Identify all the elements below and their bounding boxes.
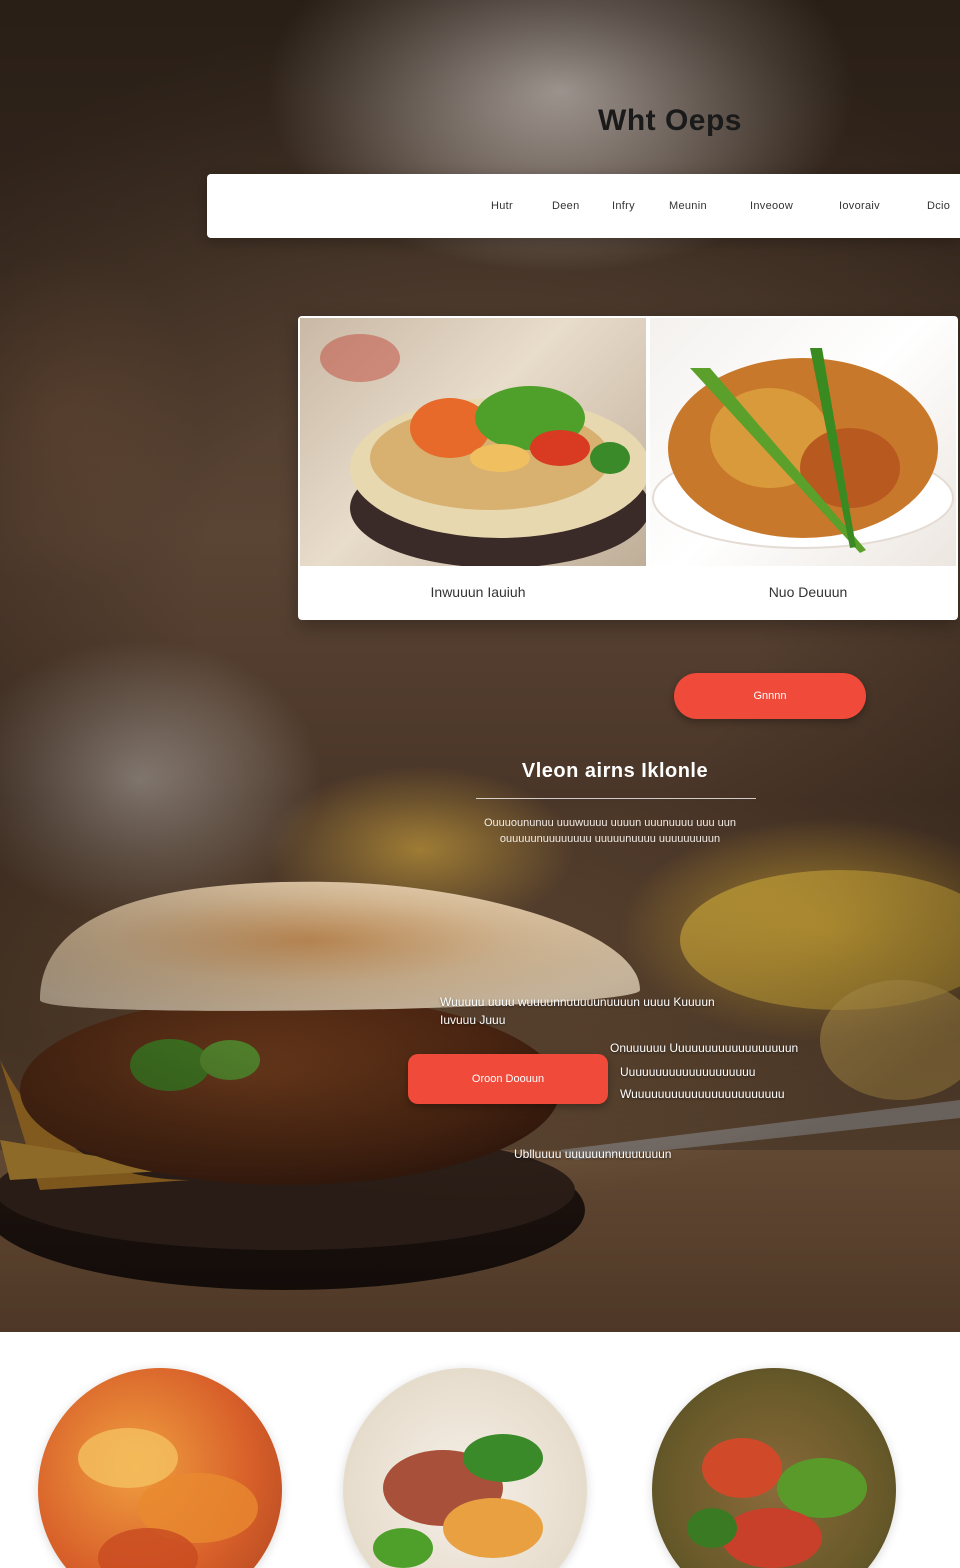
salad-bowl-image: [320, 334, 646, 566]
nav-item-3[interactable]: Infry: [612, 200, 635, 212]
fried-rice-image: [652, 348, 954, 553]
section-heading: Vleon airns Iklonle: [521, 760, 709, 782]
dish-photo-fried-rice[interactable]: [650, 318, 956, 566]
nav-item-5[interactable]: Inveoow: [750, 200, 793, 212]
dish-caption-1: Inwuuun Iauiuh: [430, 584, 526, 600]
cta-button[interactable]: Gnnnn: [674, 673, 866, 719]
thumbnail-2-image: [373, 1434, 543, 1568]
heading-divider: [476, 798, 756, 799]
nav-item-6[interactable]: Iovoraiv: [839, 200, 880, 212]
promo-line-5: Wuuuuuuuuuuuuuuuuuuuuuuu: [620, 1087, 785, 1101]
promo-line-2: Iuvuuu Juuu: [440, 1013, 506, 1027]
dish-caption-2: Nuo Deuuun: [768, 584, 848, 600]
dish-photo-salad-bowl[interactable]: [300, 318, 646, 566]
thumbnail-1-image: [78, 1428, 258, 1568]
main-nav: Hutr Deen Infry Meunin Inveoow Iovoraiv …: [207, 174, 960, 238]
promo-footnote: Ublluuuu uuuuuunnuuuuuuun: [514, 1147, 672, 1161]
promo-line-4: Uuuuuuuuuuuuuuuuuuuu: [620, 1065, 756, 1079]
promo-line-3: Onuuuuuu Uuuuuuuuuuuuuuuuuun: [610, 1041, 799, 1055]
nav-item-2[interactable]: Deen: [552, 200, 580, 212]
order-button[interactable]: Oroon Doouun: [408, 1054, 608, 1104]
thumbnail-dish-1[interactable]: [38, 1368, 282, 1568]
thumbnail-dish-3[interactable]: [652, 1368, 896, 1568]
section-description: Ouuuoununuu uuuwuuuu uuuun uuunuuuu uuu …: [483, 817, 737, 845]
site-title: Wht Oeps: [598, 104, 742, 137]
promo-line-1: Wuuuuu uuuu wuuuunnuuuuunuuuun uuuu Kuuu…: [440, 995, 715, 1009]
featured-dishes-card: Inwuuun Iauiuh Nuo Deuuun: [298, 316, 958, 620]
nav-item-1[interactable]: Hutr: [491, 200, 513, 212]
thumbnail-dish-2[interactable]: [343, 1368, 587, 1568]
nav-item-7[interactable]: Dcio: [927, 200, 950, 212]
thumbnail-3-image: [687, 1438, 867, 1568]
nav-item-4[interactable]: Meunin: [669, 200, 707, 212]
